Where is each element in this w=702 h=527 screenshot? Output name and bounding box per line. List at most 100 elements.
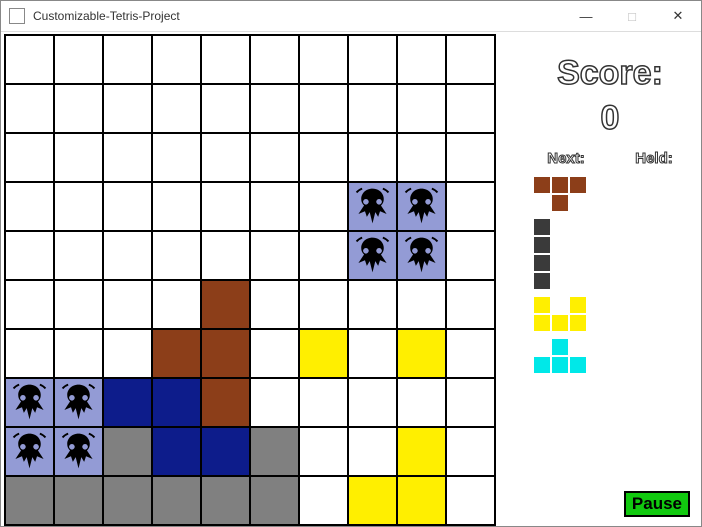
cell-7-4 — [201, 378, 250, 427]
cell-8-9 — [446, 427, 495, 476]
cell-3-7 — [348, 182, 397, 231]
cell-7-2 — [103, 378, 152, 427]
cell-2-9 — [446, 133, 495, 182]
cell-6-6 — [299, 329, 348, 378]
cell-1-6 — [299, 84, 348, 133]
cell-0-3 — [152, 35, 201, 84]
skull-icon — [55, 428, 102, 475]
cell-5-1 — [54, 280, 103, 329]
cell-2-5 — [250, 133, 299, 182]
cell-5-9 — [446, 280, 495, 329]
cell-6-1 — [54, 329, 103, 378]
cell-9-6 — [299, 476, 348, 525]
cell-8-3 — [152, 427, 201, 476]
cell-8-4 — [201, 427, 250, 476]
cell-0-2 — [103, 35, 152, 84]
cell-9-2 — [103, 476, 152, 525]
cell-4-6 — [299, 231, 348, 280]
pause-button[interactable]: Pause — [624, 491, 690, 517]
client-area: Score: 0 Next: Held: Pause — [2, 32, 700, 525]
cell-1-8 — [397, 84, 446, 133]
cell-8-5 — [250, 427, 299, 476]
cell-0-7 — [348, 35, 397, 84]
sidebar: Score: 0 Next: Held: Pause — [522, 34, 698, 523]
cell-7-1 — [54, 378, 103, 427]
titlebar: Customizable-Tetris-Project ― □ ✕ — [1, 1, 701, 32]
cell-0-8 — [397, 35, 446, 84]
cell-5-5 — [250, 280, 299, 329]
cell-4-8 — [397, 231, 446, 280]
cell-7-7 — [348, 378, 397, 427]
cell-4-3 — [152, 231, 201, 280]
cell-0-6 — [299, 35, 348, 84]
skull-icon — [55, 379, 102, 426]
app-window: Customizable-Tetris-Project ― □ ✕ Score:… — [0, 0, 702, 527]
cell-2-1 — [54, 133, 103, 182]
cell-3-0 — [5, 182, 54, 231]
cell-9-0 — [5, 476, 54, 525]
next-piece-0 — [534, 177, 698, 211]
cell-0-5 — [250, 35, 299, 84]
cell-4-5 — [250, 231, 299, 280]
cell-9-4 — [201, 476, 250, 525]
cell-1-9 — [446, 84, 495, 133]
cell-6-3 — [152, 329, 201, 378]
cell-9-3 — [152, 476, 201, 525]
held-label: Held: — [635, 150, 673, 167]
cell-1-5 — [250, 84, 299, 133]
skull-icon — [6, 379, 53, 426]
cell-6-0 — [5, 329, 54, 378]
cell-5-2 — [103, 280, 152, 329]
next-piece-1 — [534, 219, 698, 289]
cell-6-7 — [348, 329, 397, 378]
cell-6-5 — [250, 329, 299, 378]
app-icon — [9, 8, 25, 24]
cell-6-2 — [103, 329, 152, 378]
cell-5-0 — [5, 280, 54, 329]
cell-1-0 — [5, 84, 54, 133]
next-piece-3 — [534, 339, 698, 373]
score-label: Score: — [522, 54, 698, 93]
cell-4-7 — [348, 231, 397, 280]
cell-0-9 — [446, 35, 495, 84]
cell-8-7 — [348, 427, 397, 476]
cell-8-6 — [299, 427, 348, 476]
skull-icon — [398, 232, 445, 279]
cell-2-6 — [299, 133, 348, 182]
cell-9-9 — [446, 476, 495, 525]
window-title: Customizable-Tetris-Project — [33, 9, 563, 23]
maximize-button[interactable]: □ — [609, 1, 655, 31]
score-value: 0 — [522, 99, 698, 138]
cell-2-4 — [201, 133, 250, 182]
game-board[interactable] — [4, 34, 496, 526]
cell-4-9 — [446, 231, 495, 280]
cell-3-1 — [54, 182, 103, 231]
cell-3-4 — [201, 182, 250, 231]
cell-4-0 — [5, 231, 54, 280]
cell-1-4 — [201, 84, 250, 133]
minimize-button[interactable]: ― — [563, 1, 609, 31]
cell-7-6 — [299, 378, 348, 427]
cell-7-3 — [152, 378, 201, 427]
cell-4-2 — [103, 231, 152, 280]
next-label: Next: — [547, 150, 585, 167]
cell-3-5 — [250, 182, 299, 231]
cell-3-6 — [299, 182, 348, 231]
cell-8-8 — [397, 427, 446, 476]
cell-6-4 — [201, 329, 250, 378]
cell-9-1 — [54, 476, 103, 525]
close-button[interactable]: ✕ — [655, 1, 701, 31]
cell-1-7 — [348, 84, 397, 133]
skull-icon — [349, 183, 396, 230]
cell-3-3 — [152, 182, 201, 231]
cell-8-0 — [5, 427, 54, 476]
cell-0-0 — [5, 35, 54, 84]
cell-9-7 — [348, 476, 397, 525]
cell-7-5 — [250, 378, 299, 427]
cell-2-8 — [397, 133, 446, 182]
cell-6-9 — [446, 329, 495, 378]
cell-5-7 — [348, 280, 397, 329]
next-piece-2 — [534, 297, 698, 331]
next-queue — [534, 177, 698, 373]
cell-6-8 — [397, 329, 446, 378]
